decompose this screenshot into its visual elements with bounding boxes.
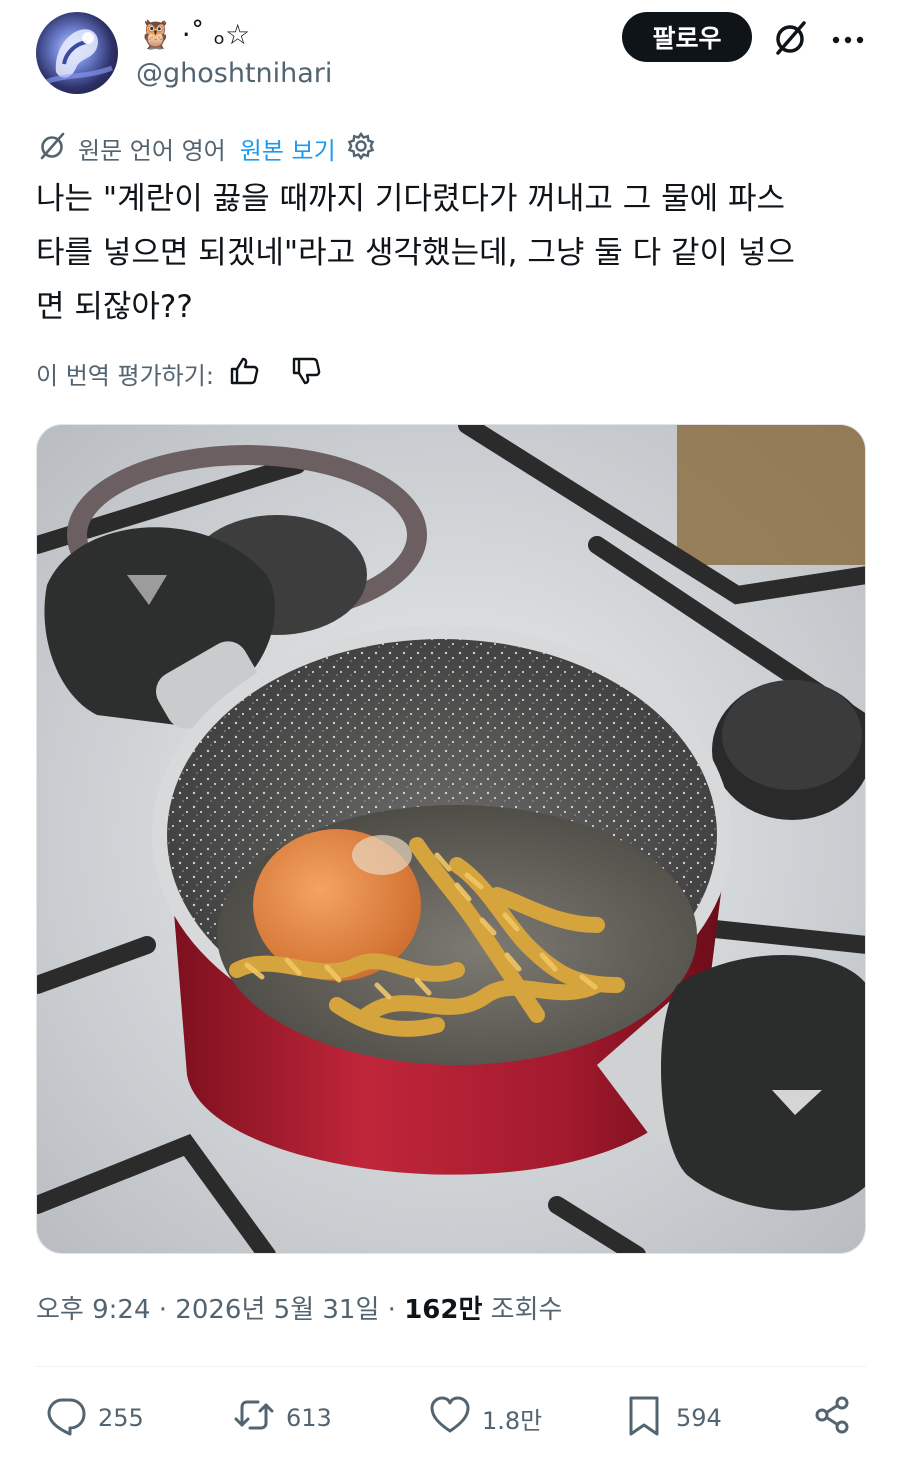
photo-pot-egg-pasta: [37, 425, 865, 1253]
reply-button[interactable]: 255: [44, 1392, 144, 1444]
like-count: 1.8만: [482, 1406, 543, 1435]
thumbs-up-icon[interactable]: [228, 354, 262, 392]
reply-icon: [44, 1393, 88, 1443]
thumbs-down-icon[interactable]: [290, 354, 324, 392]
avatar[interactable]: [36, 12, 118, 94]
translation-bar: 원문 언어 영어 원본 보기: [36, 130, 376, 166]
follow-button[interactable]: 팔로우: [622, 12, 752, 62]
more-icon[interactable]: [828, 18, 868, 58]
tweet-photo[interactable]: [36, 424, 866, 1254]
tweet-date[interactable]: 2026년 5월 31일: [175, 1295, 379, 1325]
like-icon: [428, 1393, 472, 1443]
reply-count: 255: [98, 1404, 144, 1432]
grok-icon[interactable]: [770, 18, 810, 58]
divider: [36, 1366, 866, 1367]
user-handle[interactable]: @ghoshtnihari: [136, 58, 332, 90]
settings-gear-icon[interactable]: [346, 131, 376, 165]
bookmark-count: 594: [676, 1404, 722, 1432]
repost-button[interactable]: 613: [232, 1392, 332, 1444]
tweet-meta: 오후 9:24 · 2026년 5월 31일 · 162만 조회수: [36, 1290, 562, 1330]
show-original-link[interactable]: 원본 보기: [240, 131, 336, 166]
meta-separator: ·: [379, 1295, 405, 1325]
repost-icon: [232, 1393, 276, 1443]
rate-translation-label: 이 번역 평가하기:: [36, 361, 214, 390]
tweet-header: 🦉 ·˚ ₒ☆ @ghoshtnihari 팔로우: [36, 12, 866, 100]
tweet-text: 나는 "계란이 끓을 때까지 기다렸다가 꺼내고 그 물에 파스 타를 넣으면 …: [36, 181, 795, 325]
meta-separator: ·: [150, 1295, 176, 1325]
bookmark-icon: [622, 1393, 666, 1443]
grok-translate-icon: [36, 130, 68, 166]
like-button[interactable]: 1.8만: [428, 1392, 542, 1444]
source-language-label: 원문 언어 영어: [78, 136, 226, 165]
share-button[interactable]: [810, 1392, 854, 1444]
tweet-time[interactable]: 오후 9:24: [36, 1295, 151, 1325]
views-label: 조회수: [482, 1295, 563, 1325]
bookmark-button[interactable]: 594: [622, 1392, 722, 1444]
views-count: 162만: [404, 1295, 483, 1325]
repost-count: 613: [286, 1404, 332, 1432]
share-icon: [810, 1393, 854, 1443]
display-name[interactable]: 🦉 ·˚ ₒ☆: [138, 18, 250, 52]
action-bar: 255 613 1.8만 594: [36, 1392, 866, 1444]
rate-translation-bar: 이 번역 평가하기:: [36, 355, 324, 391]
